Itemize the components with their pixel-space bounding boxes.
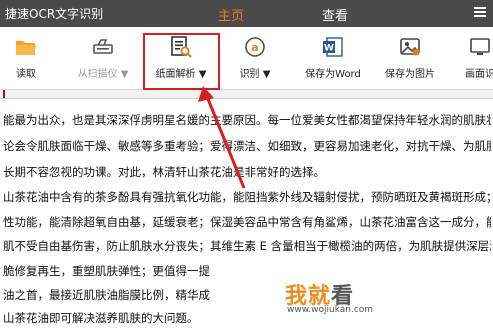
watermark: 我就看 www.wojiukan.com <box>285 278 373 315</box>
watermark-url: www.wojiukan.com <box>287 305 374 315</box>
annotation-arrow <box>198 86 246 189</box>
